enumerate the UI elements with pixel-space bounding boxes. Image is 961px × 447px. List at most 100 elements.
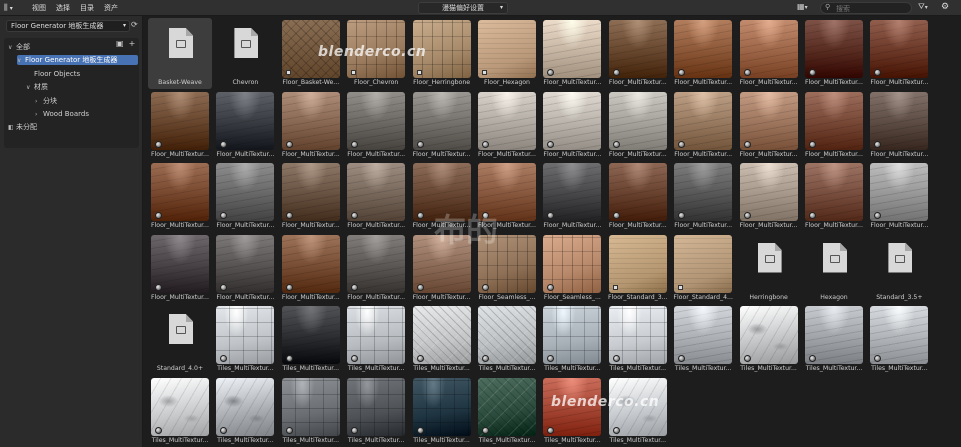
asset-label: Floor_Herringbone	[413, 79, 471, 86]
asset-tile-material[interactable]: Floor_MultiTextur...	[867, 90, 931, 161]
asset-tile-material[interactable]: Floor_MultiTextur...	[606, 161, 670, 232]
asset-tile-material[interactable]: Floor_MultiTextur...	[671, 161, 735, 232]
asset-tile-material[interactable]: Tiles_MultiTextur...	[671, 304, 735, 375]
catalog-tree-item[interactable]: ∨ 全部	[8, 42, 30, 52]
asset-tile-material[interactable]: Floor_MultiTextur...	[540, 18, 604, 89]
asset-tile-material[interactable]: Tiles_MultiTextur...	[540, 376, 604, 447]
asset-tile-material[interactable]: Floor_MultiTextur...	[867, 161, 931, 232]
catalog-tree-item[interactable]: ∨ 材质	[26, 82, 48, 92]
asset-tile-material[interactable]: Floor_MultiTextur...	[540, 161, 604, 232]
material-icon	[155, 426, 162, 434]
asset-tile-material[interactable]: Floor_MultiTextur...	[279, 161, 343, 232]
asset-tile-material[interactable]: Tiles_MultiTextur...	[344, 304, 408, 375]
asset-tile-material[interactable]: Floor_MultiTextur...	[213, 161, 277, 232]
asset-tile-material[interactable]: Floor_MultiTextur...	[606, 18, 670, 89]
asset-tile-material[interactable]: Floor_MultiTextur...	[344, 90, 408, 161]
catalog-select[interactable]: Floor Generator 地板生成器 ▾	[6, 20, 130, 32]
asset-tile-material[interactable]: Tiles_MultiTextur...	[737, 304, 801, 375]
asset-tile-material[interactable]: Floor_MultiTextur...	[410, 90, 474, 161]
asset-tile-object[interactable]: Chevron	[213, 18, 277, 89]
asset-thumbnail	[151, 306, 209, 364]
asset-tile-material[interactable]: Floor_MultiTextur...	[279, 90, 343, 161]
menu-catalog[interactable]: 目录	[80, 3, 94, 13]
material-icon	[809, 69, 816, 76]
asset-tile-material[interactable]: Floor_MultiTextur...	[802, 18, 866, 89]
chevron-right-icon[interactable]: ›	[35, 97, 43, 107]
catalog-tree-item[interactable]: ∨ Floor Generator 地板生成器	[17, 55, 138, 66]
asset-tile-material[interactable]: Floor_MultiTextur...	[606, 90, 670, 161]
asset-tile-material[interactable]: Tiles_MultiTextur...	[606, 304, 670, 375]
asset-tile-material[interactable]: Floor_Seamless_...	[540, 233, 604, 304]
asset-tile-material[interactable]: Floor_MultiTextur...	[737, 18, 801, 89]
editor-type-button[interactable]: ⫼ ▾	[4, 2, 26, 14]
asset-tile-material[interactable]: Floor_MultiTextur...	[540, 90, 604, 161]
asset-library-select[interactable]: 漫猫偏好设置 ▾	[418, 2, 508, 14]
asset-tile-object[interactable]: Basket-Weave	[148, 18, 212, 89]
asset-tile-material[interactable]: Tiles_MultiTextur...	[148, 376, 212, 447]
asset-label: Standard_4.0+	[156, 365, 204, 372]
menu-assets[interactable]: 资产	[104, 3, 118, 13]
asset-tile-material[interactable]: Tiles_MultiTextur...	[475, 304, 539, 375]
asset-tile-material[interactable]: Floor_Standard_4...	[671, 233, 735, 304]
asset-tile-material[interactable]: Floor_MultiTextur...	[213, 233, 277, 304]
asset-tile-material[interactable]: Tiles_MultiTextur...	[475, 376, 539, 447]
asset-tile-material[interactable]: Floor_Standard_3...	[606, 233, 670, 304]
asset-tile-material[interactable]: Floor_MultiTextur...	[737, 161, 801, 232]
asset-thumbnail	[543, 91, 602, 150]
chevron-down-icon[interactable]: ∨	[17, 56, 25, 66]
asset-tile-material[interactable]: Floor_MultiTextur...	[671, 18, 735, 89]
search-input[interactable]: ⚲ 搜索	[820, 2, 912, 14]
asset-tile-material[interactable]: Floor_MultiTextur...	[671, 90, 735, 161]
asset-thumbnail	[216, 20, 274, 78]
asset-tile-material[interactable]: Tiles_MultiTextur...	[802, 304, 866, 375]
asset-tile-material[interactable]: Floor_MultiTextur...	[802, 90, 866, 161]
chevron-right-icon[interactable]: ›	[35, 110, 43, 120]
asset-tile-material[interactable]: Tiles_MultiTextur...	[344, 376, 408, 447]
asset-tile-material[interactable]: Floor_MultiTextur...	[802, 161, 866, 232]
asset-tile-material[interactable]: Floor_Hexagon	[475, 18, 539, 89]
new-catalog-folder-icon[interactable]: ▣	[116, 39, 124, 48]
material-icon	[874, 140, 882, 148]
catalog-tree-item[interactable]: ◧ 未分配	[8, 122, 37, 132]
asset-tile-object[interactable]: Herringbone	[737, 233, 801, 304]
display-mode-button[interactable]: ▦▾	[797, 2, 817, 14]
catalog-tree-item[interactable]: › Wood Boards	[35, 109, 89, 119]
chevron-down-icon[interactable]: ∨	[26, 83, 34, 93]
asset-tile-material[interactable]: Floor_MultiTextur...	[148, 233, 212, 304]
asset-tile-object[interactable]: Hexagon	[802, 233, 866, 304]
catalog-tree-item[interactable]: › 分块	[35, 96, 57, 106]
asset-tile-object[interactable]: Standard_3.5+	[867, 233, 931, 304]
asset-tile-material[interactable]: Floor_MultiTextur...	[344, 161, 408, 232]
material-icon	[678, 140, 686, 148]
watermark-top: blenderco.cn	[318, 44, 427, 60]
menu-view[interactable]: 视图	[32, 3, 46, 13]
asset-tile-material[interactable]: Tiles_MultiTextur...	[279, 376, 343, 447]
add-catalog-icon[interactable]: +	[129, 39, 136, 48]
asset-tile-material[interactable]: Floor_MultiTextur...	[344, 233, 408, 304]
catalog-tree-item[interactable]: Floor Objects	[26, 69, 80, 79]
asset-tile-object[interactable]: Standard_4.0+	[148, 304, 212, 375]
asset-tile-material[interactable]: Tiles_MultiTextur...	[867, 304, 931, 375]
asset-tile-material[interactable]: Floor_MultiTextur...	[213, 90, 277, 161]
refresh-button[interactable]: ⟳	[131, 20, 141, 32]
asset-tile-material[interactable]: Tiles_MultiTextur...	[213, 304, 277, 375]
asset-tile-material[interactable]: Floor_MultiTextur...	[148, 161, 212, 232]
asset-tile-material[interactable]: Tiles_MultiTextur...	[279, 304, 343, 375]
asset-tile-material[interactable]: Floor_MultiTextur...	[475, 90, 539, 161]
asset-tile-material[interactable]: Floor_MultiTextur...	[279, 233, 343, 304]
asset-tile-material[interactable]: Tiles_MultiTextur...	[606, 376, 670, 447]
chevron-down-icon[interactable]: ∨	[8, 43, 16, 53]
asset-tile-material[interactable]: Tiles_MultiTextur...	[410, 304, 474, 375]
asset-label: Floor_MultiTextur...	[674, 222, 733, 229]
asset-tile-material[interactable]: Tiles_MultiTextur...	[540, 304, 604, 375]
menu-select[interactable]: 选择	[56, 3, 70, 13]
filter-button[interactable]: ⛛▾	[918, 2, 936, 14]
asset-tile-material[interactable]: Tiles_MultiTextur...	[410, 376, 474, 447]
asset-thumbnail	[281, 163, 340, 221]
asset-tile-material[interactable]: Tiles_MultiTextur...	[213, 376, 277, 447]
asset-tile-material[interactable]: Floor_MultiTextur...	[737, 90, 801, 161]
settings-button[interactable]: ⚙	[941, 2, 955, 14]
asset-tile-material[interactable]: Floor_MultiTextur...	[148, 90, 212, 161]
asset-tile-material[interactable]: Floor_MultiTextur...	[867, 18, 931, 89]
material-icon	[809, 355, 816, 362]
